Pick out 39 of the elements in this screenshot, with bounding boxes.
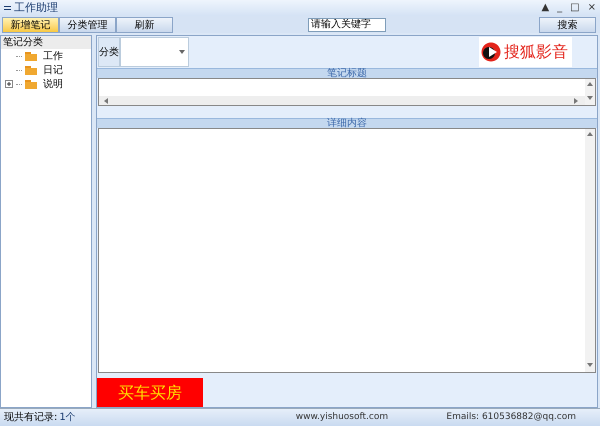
play-logo-icon <box>481 42 501 62</box>
advertisement-banner[interactable]: 搜狐影音 <box>479 37 572 67</box>
vertical-scrollbar[interactable] <box>585 79 595 105</box>
website-text: www.yishuosoft.com <box>296 410 388 424</box>
window-title: 工作助理 <box>14 0 58 16</box>
section-header: 详细内容 <box>97 118 597 128</box>
toolbar-button[interactable]: 分类管理 <box>59 16 116 32</box>
dropdown-caret-icon <box>179 50 185 54</box>
scroll-up-icon[interactable] <box>586 81 594 89</box>
sidebar-header: 笔记分类 <box>1 36 91 49</box>
toolbar-button[interactable]: 刷新 <box>116 16 173 32</box>
tree-item-label: 说明 <box>43 78 63 92</box>
folder-icon <box>25 80 37 88</box>
advertisement-text: 搜狐影音 <box>504 44 568 60</box>
record-count-label: 现共有记录: <box>4 410 58 425</box>
scroll-left-icon[interactable] <box>103 96 111 104</box>
tree-item[interactable]: 日记 <box>1 63 91 77</box>
tree-item[interactable]: 工作 <box>1 49 91 63</box>
folder-icon <box>25 66 37 74</box>
window-control-button[interactable]: × <box>588 3 596 13</box>
record-count-value: 1个 <box>59 411 76 425</box>
section-header: 笔记标题 <box>97 68 597 78</box>
vertical-scrollbar[interactable] <box>585 129 595 372</box>
email-text: Emails: 610536882@qq.com <box>446 410 576 424</box>
tree-item-label: 日记 <box>43 64 63 78</box>
tree-item[interactable]: 说明 <box>1 77 91 91</box>
expand-icon[interactable] <box>5 80 13 88</box>
search-field[interactable]: 请输入关键字 <box>308 18 386 32</box>
menu-icon[interactable] <box>4 6 11 10</box>
search-button[interactable]: 搜索 <box>539 16 596 32</box>
horizontal-scrollbar[interactable] <box>99 96 585 105</box>
folder-icon <box>25 52 37 60</box>
window-control-button[interactable]: _ <box>557 3 562 13</box>
toolbar-button[interactable]: 新增笔记 <box>2 16 59 32</box>
category-label: 分类 <box>98 37 120 67</box>
tree-item-label: 工作 <box>43 50 63 64</box>
window-control-button[interactable]: □ <box>570 3 580 13</box>
scroll-up-icon[interactable] <box>586 131 594 139</box>
window-control-button[interactable]: ▲ <box>541 3 550 13</box>
